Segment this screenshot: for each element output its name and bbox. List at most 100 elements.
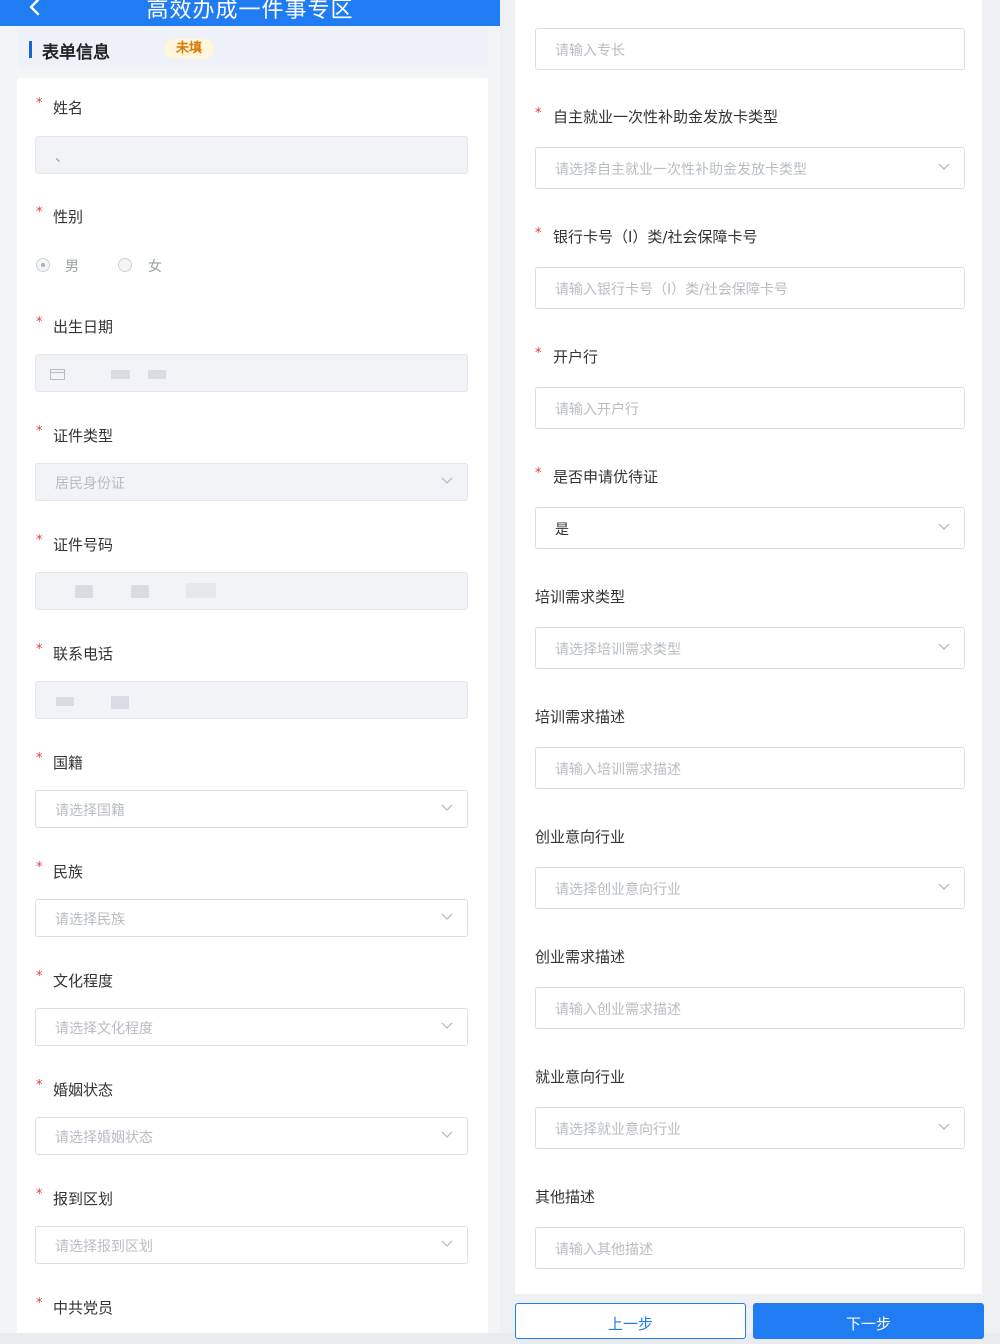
training-desc-input[interactable]: 请输入培训需求描述 [535,747,965,789]
bank-card-placeholder: 请输入银行卡号（I）类/社会保障卡号 [555,282,788,298]
district-placeholder: 请选择报到区划 [55,1239,153,1255]
form-card-right: 请输入专长 * 自主就业一次性补助金发放卡类型 请选择自主就业一次性补助金发放卡… [515,0,982,1294]
required-mark: * [36,424,43,439]
section-accent-bar [29,41,32,58]
chevron-down-icon [441,1022,453,1029]
top-navigation-bar: 高效办成一件事专区 [0,0,500,26]
left-pane: 高效办成一件事专区 表单信息 未填 * 姓名 、 * 性别 男 女 * 出生日期 [0,0,500,1333]
id-number-label: 证件号码 [53,536,114,554]
education-placeholder: 请选择文化程度 [55,1021,153,1037]
redacted-block [186,583,216,598]
previous-step-button[interactable]: 上一步 [515,1303,746,1339]
other-desc-input[interactable]: 请输入其他描述 [535,1227,965,1269]
gender-female-label: 女 [148,259,162,275]
gender-female-radio[interactable] [118,258,132,272]
required-mark: * [36,1296,43,1311]
id-number-field[interactable] [35,572,468,610]
card-type-select[interactable]: 请选择自主就业一次性补助金发放卡类型 [535,147,965,189]
chevron-down-icon [441,1131,453,1138]
required-mark: * [36,751,43,766]
required-mark: * [535,346,542,361]
ethnicity-select[interactable]: 请选择民族 [35,899,468,937]
district-select[interactable]: 请选择报到区划 [35,1226,468,1264]
card-type-placeholder: 请选择自主就业一次性补助金发放卡类型 [555,162,807,178]
marital-label: 婚姻状态 [53,1081,114,1099]
calendar-icon [50,369,65,380]
birth-date-label: 出生日期 [53,318,114,336]
startup-industry-select[interactable]: 请选择创业意向行业 [535,867,965,909]
party-member-label: 中共党员 [53,1299,114,1317]
bank-input[interactable]: 请输入开户行 [535,387,965,429]
chevron-down-icon [938,163,950,170]
bank-card-input[interactable]: 请输入银行卡号（I）类/社会保障卡号 [535,267,965,309]
startup-desc-label: 创业需求描述 [535,948,626,966]
chevron-down-icon [938,1123,950,1130]
page-title: 高效办成一件事专区 [146,0,354,23]
training-desc-label: 培训需求描述 [535,708,626,726]
preferential-select[interactable]: 是 [535,507,965,549]
required-mark: * [535,466,542,481]
other-desc-label: 其他描述 [535,1188,596,1206]
nationality-placeholder: 请选择国籍 [55,803,125,819]
job-industry-select[interactable]: 请选择就业意向行业 [535,1107,965,1149]
ethnicity-placeholder: 请选择民族 [55,912,125,928]
startup-industry-placeholder: 请选择创业意向行业 [555,882,681,898]
required-mark: * [36,1187,43,1202]
gender-label: 性别 [53,208,84,226]
bank-placeholder: 请输入开户行 [555,402,639,418]
bank-card-label: 银行卡号（I）类/社会保障卡号 [553,228,758,246]
right-pane: 请输入专长 * 自主就业一次性补助金发放卡类型 请选择自主就业一次性补助金发放卡… [500,0,1000,1333]
phone-label: 联系电话 [53,645,114,663]
specialty-input[interactable]: 请输入专长 [535,28,965,70]
phone-field[interactable] [35,681,468,719]
required-mark: * [36,642,43,657]
redacted-block [148,370,166,379]
required-mark: * [535,106,542,121]
required-mark: * [36,96,43,111]
required-mark: * [36,533,43,548]
required-mark: * [36,860,43,875]
form-card-left: * 姓名 、 * 性别 男 女 * 出生日期 * 证件类型 居民身份证 * 证件… [17,78,488,1333]
marital-placeholder: 请选择婚姻状态 [55,1130,153,1146]
required-mark: * [36,205,43,220]
training-type-select[interactable]: 请选择培训需求类型 [535,627,965,669]
gender-male-label: 男 [65,259,79,275]
district-label: 报到区划 [53,1190,114,1208]
redacted-block [75,585,93,598]
name-field[interactable]: 、 [35,136,468,174]
chevron-down-icon [938,883,950,890]
name-label: 姓名 [53,99,84,117]
redacted-block [131,585,149,598]
chevron-down-icon [441,1240,453,1247]
name-value: 、 [55,149,69,165]
next-step-button[interactable]: 下一步 [753,1303,984,1339]
marital-select[interactable]: 请选择婚姻状态 [35,1117,468,1155]
status-badge: 未填 [164,39,215,59]
required-mark: * [36,1078,43,1093]
job-industry-placeholder: 请选择就业意向行业 [555,1122,681,1138]
redacted-block [111,370,130,379]
birth-date-field[interactable] [35,354,468,392]
gender-male-radio[interactable] [36,258,50,272]
startup-desc-placeholder: 请输入创业需求描述 [555,1002,681,1018]
startup-desc-input[interactable]: 请输入创业需求描述 [535,987,965,1029]
preferential-label: 是否申请优待证 [553,468,659,486]
bank-label: 开户行 [553,348,599,366]
nationality-select[interactable]: 请选择国籍 [35,790,468,828]
training-type-placeholder: 请选择培训需求类型 [555,642,681,658]
id-type-select[interactable]: 居民身份证 [35,463,468,501]
card-type-label: 自主就业一次性补助金发放卡类型 [553,108,779,126]
chevron-down-icon [938,643,950,650]
section-title: 表单信息 [42,43,110,63]
id-type-value: 居民身份证 [55,476,125,492]
chevron-down-icon [441,804,453,811]
startup-industry-label: 创业意向行业 [535,828,626,846]
education-select[interactable]: 请选择文化程度 [35,1008,468,1046]
other-desc-placeholder: 请输入其他描述 [555,1242,653,1258]
education-label: 文化程度 [53,972,114,990]
chevron-down-icon [938,523,950,530]
redacted-block [111,696,129,709]
chevron-down-icon [441,477,453,484]
redacted-block [56,697,74,706]
form-section-header: 表单信息 未填 [18,30,488,68]
